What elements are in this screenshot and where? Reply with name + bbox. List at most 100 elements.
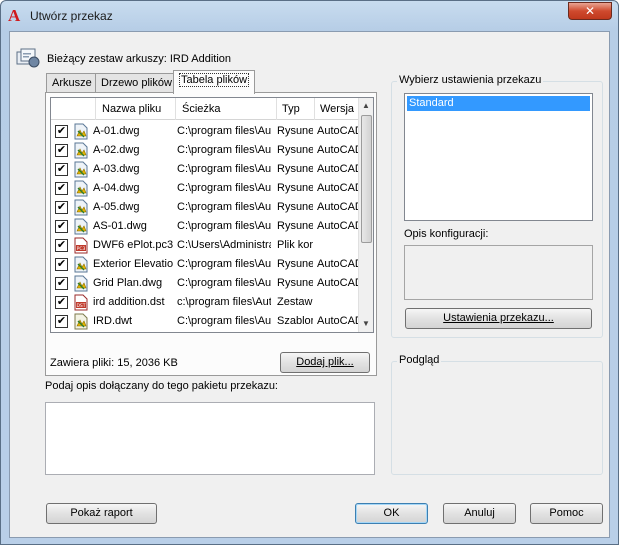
cancel-button[interactable]: Anuluj [443,503,516,524]
scroll-down-arrow-icon[interactable]: ▼ [359,316,373,332]
show-report-button-label: Pokaż raport [70,507,133,519]
list-item[interactable]: Standard [407,96,590,111]
file-path-cell: C:\program files\Aut [177,182,271,194]
file-version-cell: AutoCAD [317,277,360,289]
file-name-cell: Exterior Elevatio [93,258,174,270]
file-version-cell [317,293,360,312]
file-path-cell: C:\program files\Aut [177,277,271,289]
vertical-scrollbar[interactable]: ▲ ▼ [358,98,373,332]
help-button[interactable]: Pomoc [530,503,603,524]
table-row[interactable]: ✔ Exterior Elevatio C:\program files\Aut Ry… [51,255,360,274]
file-path-cell: C:\program files\Aut [177,258,271,270]
column-header-name[interactable]: Nazwa pliku [96,98,176,120]
transmittal-settings-button-label: Ustawienia przekazu... [443,312,554,324]
help-button-label: Pomoc [549,507,584,519]
column-header-path[interactable]: Ścieżka [176,98,277,120]
file-path-cell: C:\program files\Aut [177,125,271,137]
file-name-cell: A-05.dwg [93,201,140,213]
table-row[interactable]: ✔ A-03.dwg C:\program files\Aut Rysune AutoC… [51,160,360,179]
file-version-cell: AutoCAD [317,144,360,156]
file-name-cell: Grid Plan.dwg [93,277,163,289]
tab-label: Drzewo plików [101,77,172,89]
autocad-logo-icon[interactable]: A [8,7,24,24]
dwg-file-icon [73,142,89,159]
add-file-button-label: Dodaj plik... [296,356,354,368]
include-file-checkbox[interactable]: ✔ [55,296,68,309]
transmittal-settings-list[interactable]: Standard [404,93,593,221]
include-file-checkbox[interactable]: ✔ [55,182,68,195]
include-file-checkbox[interactable]: ✔ [55,144,68,157]
table-row[interactable]: ✔ DST ird addition.dst c:\program files\Aut… [51,293,360,312]
description-textarea[interactable] [45,402,375,475]
table-row[interactable]: ✔ PC3 DWF6 ePlot.pc3 C:\Users\Administra Pli… [51,236,360,255]
dialog-window: A Utwórz przekaz ✕ Bieżący zestaw arkusz… [0,0,619,545]
config-description-label: Opis konfiguracji: [404,228,489,240]
file-type-cell: Rysune [277,163,313,175]
file-version-cell: AutoCAD [317,125,360,137]
file-name-cell: IRD.dwt [93,315,133,327]
table-row[interactable]: ✔ IRD.dwt C:\program files\Aut Szablor AutoC… [51,312,360,331]
column-header-version[interactable]: Wersja [315,98,360,120]
dwg-file-icon [73,161,89,178]
include-file-checkbox[interactable]: ✔ [55,125,68,138]
table-row[interactable]: ✔ AS-01.dwg C:\program files\Aut Rysune Auto… [51,217,360,236]
close-button[interactable]: ✕ [568,2,612,20]
tab-sheets[interactable]: Arkusze [46,73,98,93]
svg-text:PC3: PC3 [77,246,86,252]
include-file-checkbox[interactable]: ✔ [55,163,68,176]
transmittal-settings-button[interactable]: Ustawienia przekazu... [405,308,592,329]
include-file-checkbox[interactable]: ✔ [55,258,68,271]
file-type-cell: Rysune [277,182,313,194]
include-file-checkbox[interactable]: ✔ [55,315,68,328]
dwg-file-icon [73,180,89,197]
sheet-set-icon [16,48,40,68]
table-row[interactable]: ✔ A-02.dwg C:\program files\Aut Rysune AutoC… [51,141,360,160]
current-sheet-set-label: Bieżący zestaw arkuszy: IRD Addition [47,53,232,65]
include-file-checkbox[interactable]: ✔ [55,220,68,233]
preview-group [391,361,603,475]
column-header-type[interactable]: Typ [277,98,315,120]
show-report-button[interactable]: Pokaż raport [46,503,157,524]
include-file-checkbox[interactable]: ✔ [55,239,68,252]
file-type-cell: Plik kor [277,239,313,251]
ok-button-label: OK [383,507,400,519]
file-table[interactable]: Nazwa pliku Ścieżka Typ Wersja ✔ A-01.dwg… [50,97,374,333]
title-bar[interactable]: A Utwórz przekaz ✕ [1,1,618,31]
tab-file-tree[interactable]: Drzewo plików [95,73,178,93]
svg-text:DST: DST [76,303,85,309]
table-header: Nazwa pliku Ścieżka Typ Wersja [51,98,360,120]
file-type-cell: Rysune [277,201,313,213]
file-type-cell: Rysune [277,220,313,232]
dwg-file-icon [73,256,89,273]
file-name-cell: ird addition.dst [93,296,165,308]
file-version-cell: AutoCAD [317,258,360,270]
file-type-cell: Rysune [277,125,313,137]
table-row[interactable]: ✔ A-05.dwg C:\program files\Aut Rysune AutoC… [51,198,360,217]
ok-button[interactable]: OK [355,503,428,524]
config-description-field [404,245,593,300]
file-name-cell: A-02.dwg [93,144,140,156]
file-version-cell: AutoCAD [317,220,360,232]
scrollbar-thumb[interactable] [361,115,372,243]
table-row[interactable]: ✔ A-04.dwg C:\program files\Aut Rysune AutoC… [51,179,360,198]
file-version-cell: AutoCAD [317,182,360,194]
cancel-button-label: Anuluj [464,507,495,519]
include-file-checkbox[interactable]: ✔ [55,201,68,214]
transmittal-settings-title: Wybierz ustawienia przekazu [397,74,544,86]
file-path-cell: C:\program files\Aut [177,144,271,156]
table-row[interactable]: ✔ Grid Plan.dwg C:\program files\Aut Rysune… [51,274,360,293]
tab-label: Tabela plików [179,73,250,87]
file-version-cell [317,236,360,255]
add-file-button[interactable]: Dodaj plik... [280,352,370,373]
file-version-cell: AutoCAD [317,163,360,175]
file-path-cell: C:\program files\Aut [177,315,271,327]
table-row[interactable]: ✔ A-01.dwg C:\program files\Aut Rysune AutoC… [51,122,360,141]
file-name-cell: A-03.dwg [93,163,140,175]
scroll-up-arrow-icon[interactable]: ▲ [359,98,373,114]
dwg-file-icon [73,275,89,292]
file-version-cell: AutoCAD [317,315,360,327]
column-header-check[interactable] [51,98,96,120]
tab-file-table[interactable]: Tabela plików [173,70,256,94]
file-type-cell: Rysune [277,144,313,156]
include-file-checkbox[interactable]: ✔ [55,277,68,290]
